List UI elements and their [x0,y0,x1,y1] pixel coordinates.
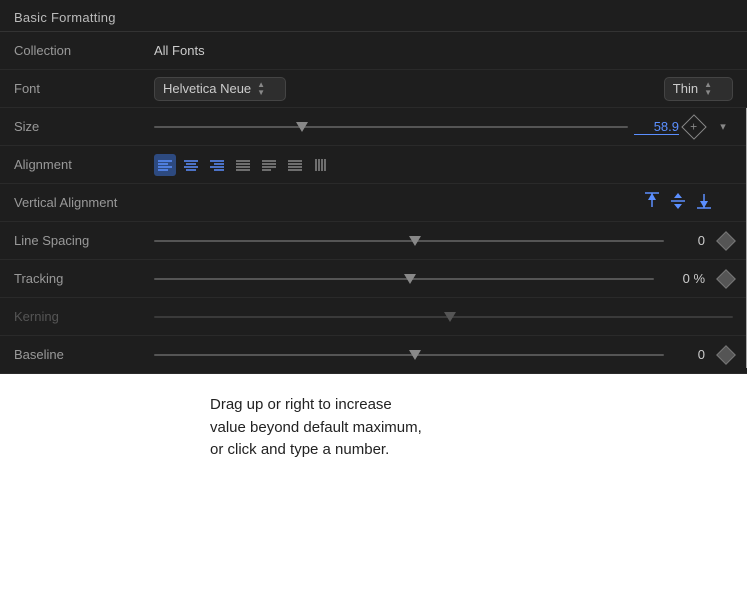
tooltip-line3: or click and type a number. [210,441,389,458]
line-spacing-thumb[interactable] [409,236,421,246]
size-slider[interactable] [154,117,628,137]
tracking-slider[interactable] [154,269,654,289]
tooltip-text: Drag up or right to increase value beyon… [210,394,422,462]
size-slider-track [154,126,628,128]
basic-formatting-panel: Basic Formatting Collection All Fonts Fo… [0,0,747,596]
line-spacing-row: Line Spacing 0 [0,222,747,260]
valign-middle-icon[interactable] [669,192,687,213]
collection-label: Collection [14,43,154,58]
vertical-alignment-content [154,191,733,214]
size-slider-thumb[interactable] [296,122,308,132]
collection-row: Collection All Fonts [0,32,747,70]
baseline-row: Baseline 0 [0,336,747,374]
kerning-label: Kerning [14,309,154,324]
baseline-keyframe-button[interactable] [716,345,736,365]
line-spacing-track [154,240,664,242]
vertical-alignment-icons [643,191,733,214]
tracking-track [154,278,654,280]
size-chevron-button[interactable]: ▾ [713,117,733,137]
baseline-value: 0 [670,347,705,362]
line-spacing-content: 0 [154,231,733,251]
line-spacing-label: Line Spacing [14,233,154,248]
tracking-row: Tracking 0 % [0,260,747,298]
kerning-content [154,307,733,327]
font-content: Helvetica Neue ▲▼ Thin ▲▼ [154,77,733,101]
tracking-content: 0 % [154,269,733,289]
font-label: Font [14,81,154,96]
size-row: Size 58.9 ▾ [0,108,747,146]
line-spacing-value: 0 [670,233,705,248]
tracking-value: 0 % [660,271,705,286]
alignment-row: Alignment [0,146,747,184]
weight-arrows-icon: ▲▼ [704,81,712,97]
alignment-label: Alignment [14,157,154,172]
size-value[interactable]: 58.9 [634,119,679,135]
baseline-slider[interactable] [154,345,664,365]
align-left-icon[interactable] [154,154,176,176]
tooltip-line2: value beyond default maximum, [210,419,422,436]
font-name-value: Helvetica Neue [163,81,251,96]
alignment-icons [154,154,332,176]
baseline-label: Baseline [14,347,154,362]
section-title: Basic Formatting [0,0,747,32]
size-content: 58.9 ▾ [154,117,733,137]
line-spacing-slider[interactable] [154,231,664,251]
font-name-selector[interactable]: Helvetica Neue ▲▼ [154,77,286,101]
kerning-track [154,316,733,318]
kerning-thumb [444,312,456,322]
tracking-keyframe-button[interactable] [716,269,736,289]
baseline-thumb[interactable] [409,350,421,360]
tracking-thumb[interactable] [404,274,416,284]
baseline-content: 0 [154,345,733,365]
tracking-unit: % [693,271,705,286]
collection-content: All Fonts [154,43,733,58]
align-center-icon[interactable] [180,154,202,176]
size-label: Size [14,119,154,134]
kerning-slider [154,307,733,327]
alignment-content [154,154,733,176]
font-arrows-icon: ▲▼ [257,81,265,97]
font-weight-value: Thin [673,81,698,96]
kerning-row: Kerning [0,298,747,336]
align-justify-icon[interactable] [232,154,254,176]
line-spacing-keyframe-button[interactable] [716,231,736,251]
vertical-alignment-row: Vertical Alignment [0,184,747,222]
baseline-track [154,354,664,356]
align-right-icon[interactable] [206,154,228,176]
align-justify-all-icon[interactable] [258,154,280,176]
size-keyframe-button[interactable] [681,114,706,139]
font-weight-selector[interactable]: Thin ▲▼ [664,77,733,101]
collection-value: All Fonts [154,43,205,58]
vertical-alignment-label: Vertical Alignment [14,195,154,210]
tooltip-line1: Drag up or right to increase [210,396,392,413]
valign-top-icon[interactable] [643,191,661,214]
tracking-label: Tracking [14,271,154,286]
tooltip-area: Drag up or right to increase value beyon… [0,374,747,596]
align-column-icon[interactable] [310,154,332,176]
valign-bottom-icon[interactable] [695,192,713,213]
align-natural-icon[interactable] [284,154,306,176]
font-row: Font Helvetica Neue ▲▼ Thin ▲▼ [0,70,747,108]
